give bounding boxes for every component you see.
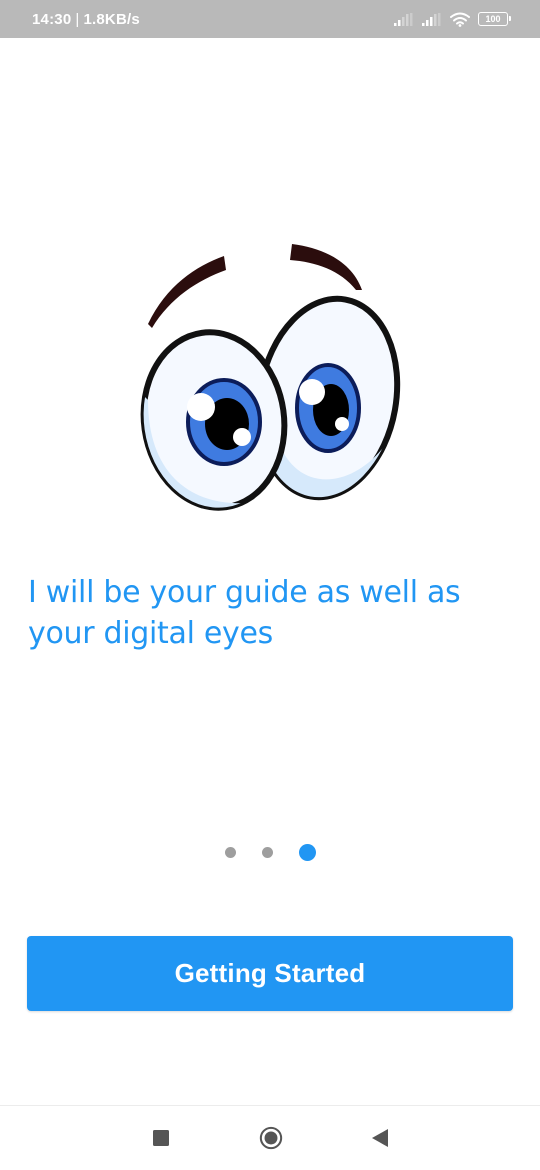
recents-square-icon[interactable] bbox=[149, 1126, 173, 1150]
onboarding-screen: 14:30 | 1.8KB/s 100 I will be your guide… bbox=[0, 0, 540, 1170]
status-bar: 14:30 | 1.8KB/s 100 bbox=[0, 0, 540, 38]
back-triangle-icon[interactable] bbox=[368, 1126, 392, 1150]
wifi-icon bbox=[450, 12, 470, 27]
getting-started-button[interactable]: Getting Started bbox=[27, 936, 513, 1011]
navigation-bar bbox=[0, 1105, 540, 1170]
page-dot-3-active[interactable] bbox=[298, 843, 316, 861]
network-speed: 1.8KB/s bbox=[83, 10, 140, 28]
status-right: 100 bbox=[394, 12, 511, 27]
status-separator: | bbox=[75, 10, 80, 28]
battery-level: 100 bbox=[485, 14, 501, 24]
page-indicator bbox=[0, 840, 540, 864]
onboarding-headline: I will be your guide as well as your dig… bbox=[28, 575, 461, 651]
cartoon-eyes-illustration bbox=[138, 244, 401, 517]
left-eyebrow bbox=[148, 256, 226, 328]
signal-icon bbox=[422, 12, 442, 26]
status-time: 14:30 bbox=[32, 10, 72, 28]
signal-icon bbox=[394, 12, 414, 26]
status-left: 14:30 | 1.8KB/s bbox=[32, 11, 140, 28]
page-dot-2[interactable] bbox=[261, 846, 273, 858]
battery-icon: 100 bbox=[478, 12, 511, 26]
right-eyebrow bbox=[290, 244, 362, 290]
home-circle-icon[interactable] bbox=[259, 1126, 283, 1150]
page-dot-1[interactable] bbox=[224, 846, 236, 858]
